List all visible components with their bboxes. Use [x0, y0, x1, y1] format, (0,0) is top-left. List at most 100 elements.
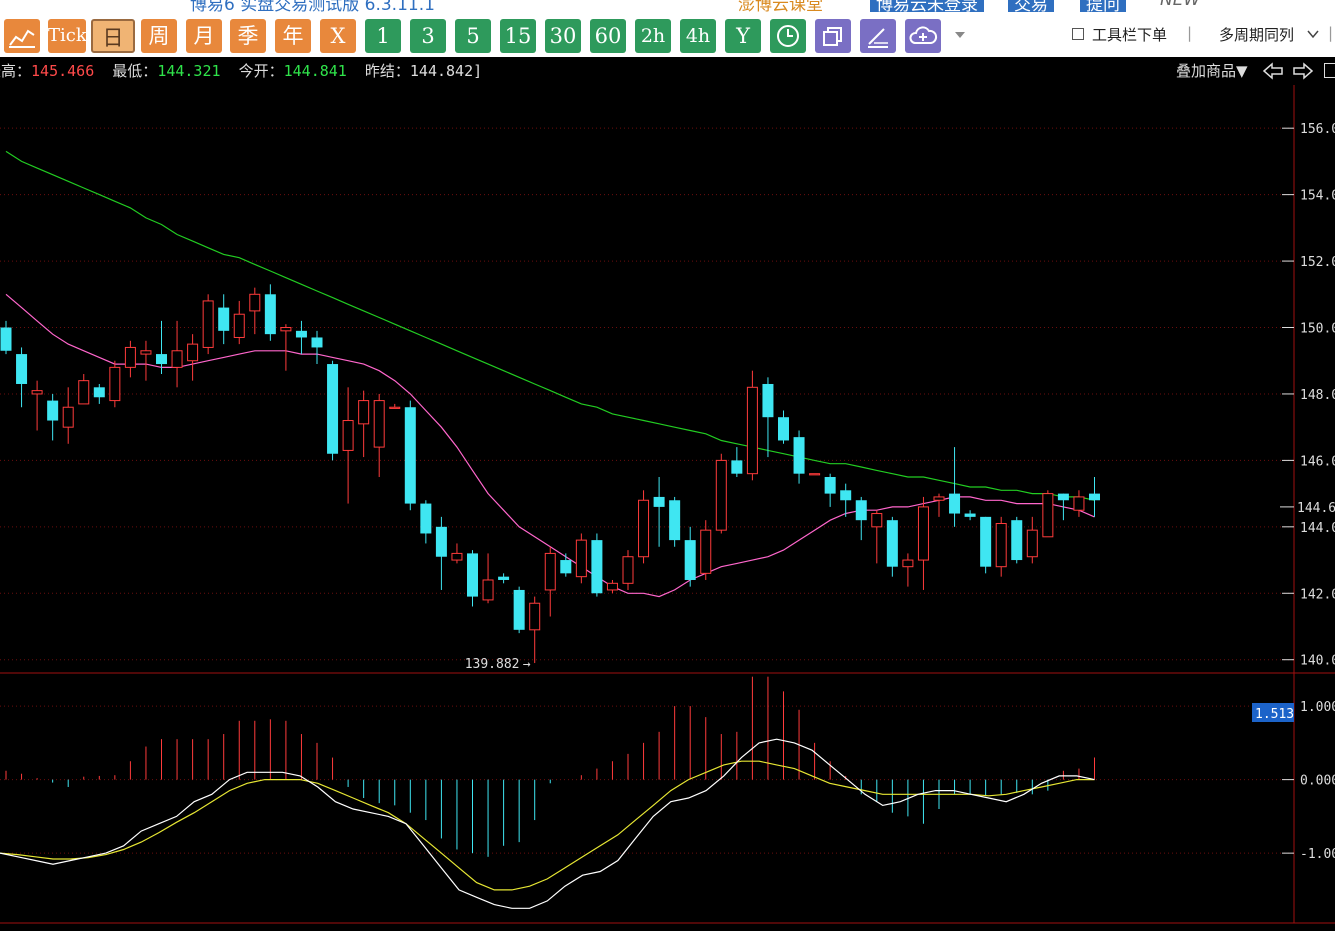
candle	[591, 533, 603, 597]
window-layers-button[interactable]	[815, 19, 851, 53]
candle	[669, 496, 681, 547]
trade-link[interactable]: 交易	[1008, 0, 1054, 12]
clock-button[interactable]	[770, 19, 806, 53]
candle-body	[467, 553, 478, 597]
period-3min-button[interactable]: 3	[410, 19, 446, 53]
draw-tool-button[interactable]	[860, 19, 896, 53]
low-value: 144.321	[157, 62, 221, 80]
candle	[638, 490, 650, 564]
prev-arrow-icon[interactable]	[1262, 62, 1284, 80]
candle-body	[949, 493, 961, 514]
candle-body	[855, 500, 867, 521]
kline-price-axis: 156.0 154.0 152.0 150.0 148.0 146.0 144.0 142.0…	[1280, 122, 1335, 669]
candle	[389, 403, 401, 409]
candle	[295, 320, 307, 355]
cloud-icon	[909, 26, 938, 44]
candle	[1057, 493, 1069, 521]
chevron-down-icon[interactable]	[1306, 29, 1320, 39]
kline-tick-label: 152.0	[1300, 255, 1335, 270]
candle	[420, 500, 432, 544]
period-tick-button[interactable]: Tick	[48, 19, 87, 53]
chart-area[interactable]: 156.0 154.0 152.0 150.0 148.0 146.0 144.0 142.0…	[0, 85, 1335, 931]
candle-body	[684, 540, 696, 580]
candle-body	[809, 473, 821, 476]
candle-body	[295, 330, 307, 338]
candle-body	[669, 500, 681, 541]
candle	[171, 320, 183, 388]
app-title: 博易6 实盘交易测试版 6.3.11.1	[190, 0, 435, 12]
ask-link[interactable]: 提问	[1080, 0, 1126, 12]
candle-body	[327, 364, 339, 454]
macd-tick-label: 1.000	[1300, 700, 1335, 715]
candle-body	[373, 400, 385, 448]
candle	[762, 377, 774, 458]
candle	[606, 579, 618, 594]
candle	[327, 360, 339, 461]
period-1min-button[interactable]: 1	[365, 19, 401, 53]
period-60min-button[interactable]: 60	[590, 19, 626, 53]
next-arrow-icon[interactable]	[1292, 62, 1314, 80]
candle-body	[0, 327, 12, 351]
candle	[544, 546, 556, 617]
period-week-button[interactable]: 周	[141, 19, 177, 53]
candle-body	[47, 400, 59, 421]
overlay-product-menu[interactable]: 叠加商品▼	[1176, 62, 1248, 80]
candle	[855, 496, 867, 541]
candle-body	[560, 560, 572, 574]
candle-body	[202, 300, 214, 348]
toolbar: 博易6 实盘交易测试版 6.3.11.1 澎博云课堂 博易云未登录 交易 提问 …	[0, 0, 1335, 57]
toolbar-order-checkbox[interactable]	[1072, 28, 1084, 40]
dropdown-icon[interactable]	[953, 30, 967, 40]
candle	[109, 360, 121, 408]
candle-body	[16, 354, 28, 384]
quote-info-bar: 最高：145.466 最低：144.321 今开：144.841 昨结：144.…	[0, 57, 1335, 85]
macd-value-badge: 1.513	[1252, 703, 1294, 722]
chart-type-button[interactable]	[4, 19, 40, 53]
kline-tick-label: 146.0	[1300, 454, 1335, 469]
period-2h-button[interactable]: 2h	[635, 19, 671, 53]
candle	[684, 526, 696, 587]
candle-body	[700, 529, 712, 574]
period-day-button[interactable]: 日	[91, 19, 135, 53]
period-quarter-button[interactable]: 季	[230, 19, 266, 53]
period-x-button[interactable]: X	[320, 19, 356, 53]
candle	[498, 573, 510, 584]
candle-body	[778, 417, 789, 441]
kline-tick-label: 142.0	[1300, 587, 1335, 602]
period-15min-button[interactable]: 15	[500, 19, 536, 53]
period-month-button[interactable]: 月	[186, 19, 222, 53]
candle-body	[1011, 520, 1023, 561]
candle-body	[715, 459, 727, 531]
candle-body	[404, 407, 416, 504]
toolbar-order-label[interactable]: 工具栏下单	[1092, 24, 1167, 45]
candle	[311, 330, 323, 365]
multi-period-label[interactable]: 多周期同列	[1219, 24, 1294, 45]
candle	[1089, 477, 1100, 517]
period-year-button[interactable]: 年	[275, 19, 311, 53]
kline-tick-label: 156.0	[1300, 122, 1335, 137]
candle-body	[513, 589, 525, 630]
kline-tick-label: 148.0	[1300, 388, 1335, 403]
candle-body	[78, 380, 90, 405]
period-y-button[interactable]: Y	[725, 19, 761, 53]
period-30min-button[interactable]: 30	[545, 19, 581, 53]
period-5min-button[interactable]: 5	[455, 19, 491, 53]
macd-dea-line	[0, 760, 1095, 891]
window-restore-icon[interactable]	[1324, 63, 1335, 78]
candle	[264, 284, 276, 341]
candle	[187, 334, 199, 381]
period-4h-button[interactable]: 4h	[680, 19, 716, 53]
login-status[interactable]: 博易云未登录	[870, 0, 984, 12]
candle-body	[187, 343, 199, 362]
candle	[529, 596, 541, 664]
candle	[1042, 490, 1054, 538]
cloud-class-link[interactable]: 澎博云课堂	[738, 0, 823, 12]
candle	[622, 550, 634, 590]
candle	[840, 483, 852, 517]
candle	[93, 383, 105, 404]
cloud-sync-button[interactable]	[905, 19, 941, 53]
candle	[949, 447, 961, 527]
candle	[358, 390, 370, 458]
candle	[964, 510, 976, 521]
candle-body	[1089, 493, 1100, 501]
